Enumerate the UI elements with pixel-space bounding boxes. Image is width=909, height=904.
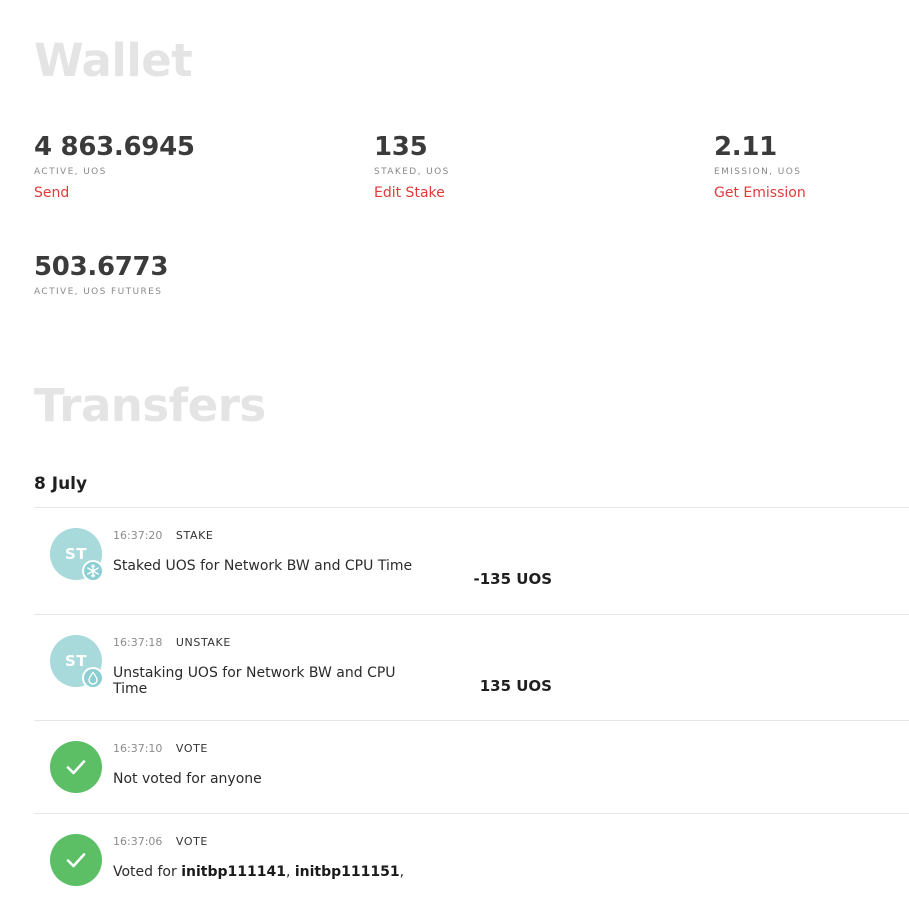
stat-staked-uos: 135 STAKED, UOS Edit Stake <box>374 134 450 201</box>
transfer-time: 16:37:18 <box>113 636 163 649</box>
transfers-date: 8 July <box>34 474 88 494</box>
wallet-title: Wallet <box>34 34 193 87</box>
transfer-row[interactable]: ST 16:37:20 STAKE Staked UOS for Network… <box>34 507 909 614</box>
transfer-description: Voted for initbp111141, initbp111151, <box>113 864 613 880</box>
transfer-meta: 16:37:20 STAKE <box>113 530 213 541</box>
transfer-description: Staked UOS for Network BW and CPU Time <box>113 558 413 574</box>
voted-account-link[interactable]: initbp111141 <box>181 864 286 880</box>
vote-suffix: , <box>399 864 405 880</box>
transfer-meta: 16:37:10 VOTE <box>113 743 208 754</box>
transfer-amount: -135 UOS <box>473 570 553 588</box>
checkmark-icon <box>50 834 102 886</box>
stat-label: ACTIVE, UOS FUTURES <box>34 287 163 297</box>
snowflake-icon <box>82 560 104 582</box>
transfers-list: ST 16:37:20 STAKE Staked UOS for Network… <box>34 507 909 904</box>
transfer-row[interactable]: 16:37:10 VOTE Not voted for anyone <box>34 720 909 813</box>
avatar: ST <box>50 635 104 689</box>
transfer-description: Unstaking UOS for Network BW and CPU Tim… <box>113 665 396 697</box>
stat-active-uos: 4 863.6945 ACTIVE, UOS Send <box>34 134 195 201</box>
send-link[interactable]: Send <box>34 186 69 200</box>
transfer-type: VOTE <box>175 835 208 848</box>
transfer-meta: 16:37:18 UNSTAKE <box>113 637 231 648</box>
get-emission-link[interactable]: Get Emission <box>714 186 806 200</box>
transfer-type: VOTE <box>175 742 208 755</box>
stat-emission-uos: 2.11 EMISSION, UOS Get Emission <box>714 134 806 201</box>
avatar: ST <box>50 528 104 582</box>
avatar-initials: ST <box>64 652 88 670</box>
transfer-row[interactable]: ST 16:37:18 UNSTAKE Unstaking UOS for Ne… <box>34 614 909 720</box>
transfer-type: STAKE <box>175 529 214 542</box>
vote-prefix: Voted for <box>113 864 182 880</box>
voted-account-link[interactable]: initbp111151 <box>295 864 400 880</box>
water-drop-icon <box>82 667 104 689</box>
stat-value: 4 863.6945 <box>34 132 195 162</box>
edit-stake-link[interactable]: Edit Stake <box>374 186 445 200</box>
transfer-time: 16:37:20 <box>113 529 163 542</box>
transfer-description: Not voted for anyone <box>113 771 262 787</box>
transfers-title: Transfers <box>34 379 266 432</box>
transfer-type: UNSTAKE <box>175 636 231 649</box>
checkmark-icon <box>50 741 102 793</box>
stat-label: STAKED, UOS <box>374 167 450 177</box>
transfer-amount: 135 UOS <box>479 677 552 695</box>
transfer-time: 16:37:06 <box>113 835 163 848</box>
stat-label: ACTIVE, UOS <box>34 167 107 177</box>
stat-value: 503.6773 <box>34 252 169 282</box>
stat-value: 2.11 <box>714 132 777 162</box>
stat-value: 135 <box>374 132 428 162</box>
vote-separator: , <box>285 864 295 880</box>
transfer-row[interactable]: 16:37:06 VOTE Voted for initbp111141, in… <box>34 813 909 904</box>
transfer-meta: 16:37:06 VOTE <box>113 836 208 847</box>
stat-label: EMISSION, UOS <box>714 167 802 177</box>
avatar-initials: ST <box>64 545 88 563</box>
transfer-time: 16:37:10 <box>113 742 163 755</box>
stat-active-uos-futures: 503.6773 ACTIVE, UOS FUTURES <box>34 254 168 297</box>
